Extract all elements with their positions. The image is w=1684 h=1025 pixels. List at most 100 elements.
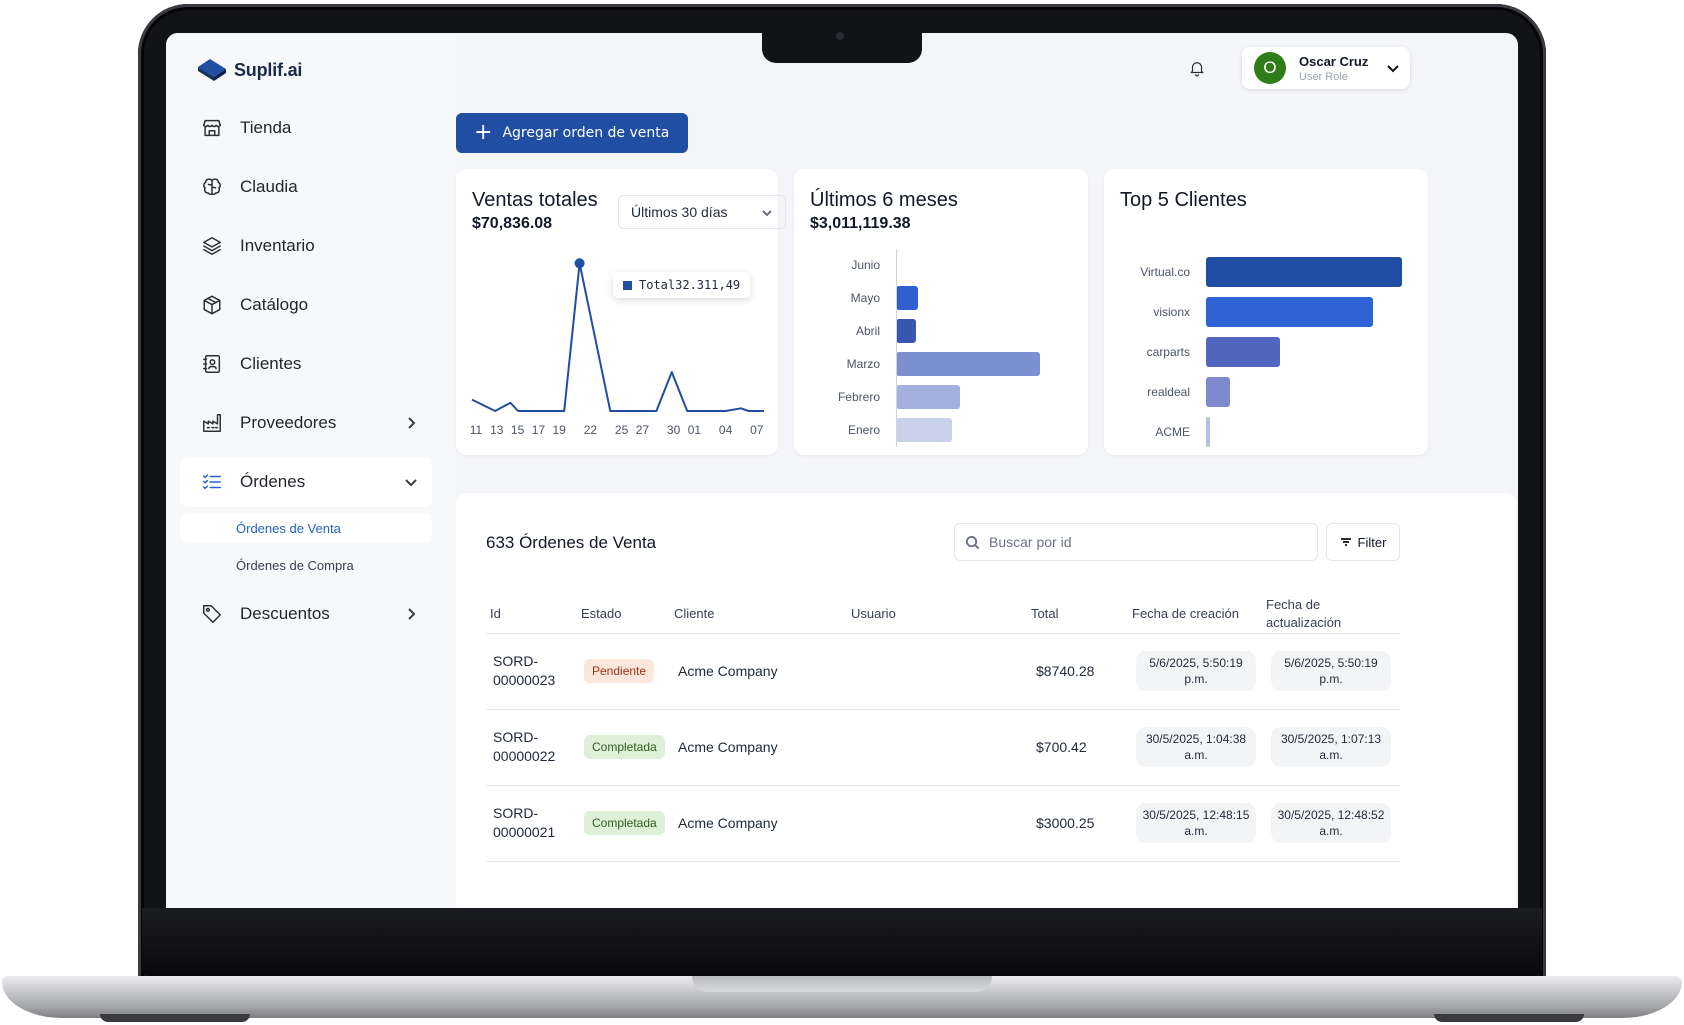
order-id: SORD-00000021 xyxy=(493,805,556,840)
column-header-created[interactable]: Fecha de creación xyxy=(1132,605,1239,623)
user-info: Oscar Cruz User Role xyxy=(1299,54,1368,83)
row-divider xyxy=(486,861,1400,862)
total-sales-card: Ventas totales $70,836.08 Últimos 30 día… xyxy=(456,169,786,455)
column-header-updated[interactable]: Fecha de actualización xyxy=(1266,596,1376,632)
sidebar-item-label: Inventario xyxy=(240,236,315,255)
sidebar-item-proveedores[interactable]: Proveedores xyxy=(180,398,432,448)
peak-point[interactable] xyxy=(574,258,585,269)
sidebar-item-catalogo[interactable]: Catálogo xyxy=(180,280,432,330)
laptop-mockup: Suplif.ai Tienda Claudia Inventario Catá… xyxy=(0,0,1684,1025)
avatar: O xyxy=(1254,52,1286,84)
bar-abril[interactable] xyxy=(896,319,916,343)
laptop-thumb-notch xyxy=(692,976,992,992)
user-name: Oscar Cruz xyxy=(1299,53,1369,69)
bar-realdeal[interactable] xyxy=(1206,377,1230,407)
laptop-foot-right xyxy=(1434,1014,1584,1022)
x-tick-label: 04 xyxy=(718,423,733,437)
user-menu[interactable]: O Oscar Cruz User Role xyxy=(1242,47,1410,89)
y-tick-label: carparts xyxy=(1146,345,1190,359)
add-sales-order-label: Agregar orden de venta xyxy=(502,125,670,141)
add-sales-order-button[interactable]: + Agregar orden de venta xyxy=(456,113,688,153)
status-badge: Completada xyxy=(584,735,665,759)
sidebar-item-descuentos[interactable]: Descuentos xyxy=(180,589,432,639)
row-divider xyxy=(486,709,1400,710)
bar-enero[interactable] xyxy=(896,418,952,442)
bar-marzo[interactable] xyxy=(896,352,1041,376)
chevron-down-icon xyxy=(404,475,418,489)
column-header-user[interactable]: Usuario xyxy=(851,605,896,623)
tooltip-label: Total xyxy=(639,278,676,292)
bar-mayo[interactable] xyxy=(896,286,919,310)
top-clients-card: Top 5 Clientes Virtual.co visionx carparts… xyxy=(1104,169,1428,455)
chevron-right-icon xyxy=(404,416,418,430)
bar-virtual-co[interactable] xyxy=(1206,257,1402,287)
y-tick-label: Febrero xyxy=(837,390,880,404)
package-icon xyxy=(200,293,224,317)
column-header-status[interactable]: Estado xyxy=(581,605,621,623)
client-name: Acme Company xyxy=(678,663,778,679)
tooltip-value: 32.311,49 xyxy=(675,278,741,292)
store-icon xyxy=(200,116,224,140)
logo-icon xyxy=(198,59,226,81)
card-value: $3,011,119.38 xyxy=(810,215,911,232)
y-tick-label: Virtual.co xyxy=(1140,265,1190,279)
card-title: Top 5 Clientes xyxy=(1120,189,1247,211)
column-header-total[interactable]: Total xyxy=(1031,605,1058,623)
created-date: 5/6/2025, 5:50:19 p.m. xyxy=(1136,651,1256,691)
sidebar-item-tienda[interactable]: Tienda xyxy=(180,103,432,153)
chevron-right-icon xyxy=(404,607,418,621)
column-header-id[interactable]: Id xyxy=(490,605,501,623)
tag-icon xyxy=(200,602,224,626)
order-total: $700.42 xyxy=(1036,739,1087,755)
x-tick-label: 19 xyxy=(552,423,566,437)
legend-swatch xyxy=(623,280,632,290)
list-checks-icon xyxy=(200,470,224,494)
sidebar-item-claudia[interactable]: Claudia xyxy=(180,162,432,212)
laptop-bezel-bottom xyxy=(142,908,1542,976)
card-title: Últimos 6 meses xyxy=(810,189,958,211)
sidebar-subitem-ordenes-venta[interactable]: Órdenes de Venta xyxy=(180,513,432,543)
y-tick-label: Marzo xyxy=(846,357,880,371)
column-header-client[interactable]: Cliente xyxy=(674,605,714,623)
row-divider xyxy=(486,785,1400,786)
created-date: 30/5/2025, 12:48:15 a.m. xyxy=(1136,803,1256,843)
sidebar-item-clientes[interactable]: Clientes xyxy=(180,339,432,389)
filter-icon xyxy=(1340,538,1351,546)
bar-visionx[interactable] xyxy=(1206,297,1373,327)
search-input[interactable] xyxy=(989,534,1289,550)
y-tick-label: Junio xyxy=(851,258,880,272)
sidebar-item-label: Catálogo xyxy=(240,295,309,314)
filter-button[interactable]: Filter xyxy=(1326,523,1400,561)
bar-acme[interactable] xyxy=(1206,417,1210,447)
sales-line-chart xyxy=(471,258,764,412)
sidebar-item-ordenes[interactable]: Órdenes xyxy=(180,457,432,507)
user-role: User Role xyxy=(1299,70,1348,83)
sidebar-item-inventario[interactable]: Inventario xyxy=(180,221,432,271)
sales-orders-table-card: 633 Órdenes de Venta Filter Id Estado Cl… xyxy=(456,493,1516,908)
order-total: $8740.28 xyxy=(1036,663,1095,679)
order-id: SORD-00000023 xyxy=(493,653,556,688)
client-name: Acme Company xyxy=(678,739,778,755)
x-tick-label: 17 xyxy=(531,423,546,437)
sidebar-item-label: Tienda xyxy=(240,118,292,137)
updated-date: 30/5/2025, 1:07:13 a.m. xyxy=(1271,727,1391,767)
camera-lens xyxy=(836,32,844,40)
x-tick-label: 13 xyxy=(490,423,504,437)
brand-logo[interactable]: Suplif.ai xyxy=(196,57,302,83)
contact-book-icon xyxy=(200,352,224,376)
sidebar-subitem-ordenes-compra[interactable]: Órdenes de Compra xyxy=(180,550,432,580)
bar-febrero[interactable] xyxy=(896,385,961,409)
status-badge: Pendiente xyxy=(584,659,655,683)
table-title: 633 Órdenes de Venta xyxy=(486,533,657,552)
status-badge: Completada xyxy=(584,811,665,835)
factory-icon xyxy=(200,411,224,435)
sidebar-item-label: Descuentos xyxy=(240,604,330,623)
order-id: SORD-00000022 xyxy=(493,729,556,764)
chart-tooltip: Total 32.311,49 xyxy=(613,272,751,298)
filter-label: Filter xyxy=(1357,534,1387,550)
x-tick-label: 01 xyxy=(687,423,702,437)
bar-carparts[interactable] xyxy=(1206,337,1281,367)
notifications-bell-icon[interactable] xyxy=(1188,59,1210,81)
x-tick-label: 22 xyxy=(583,423,598,437)
x-tick-label: 30 xyxy=(666,423,681,437)
